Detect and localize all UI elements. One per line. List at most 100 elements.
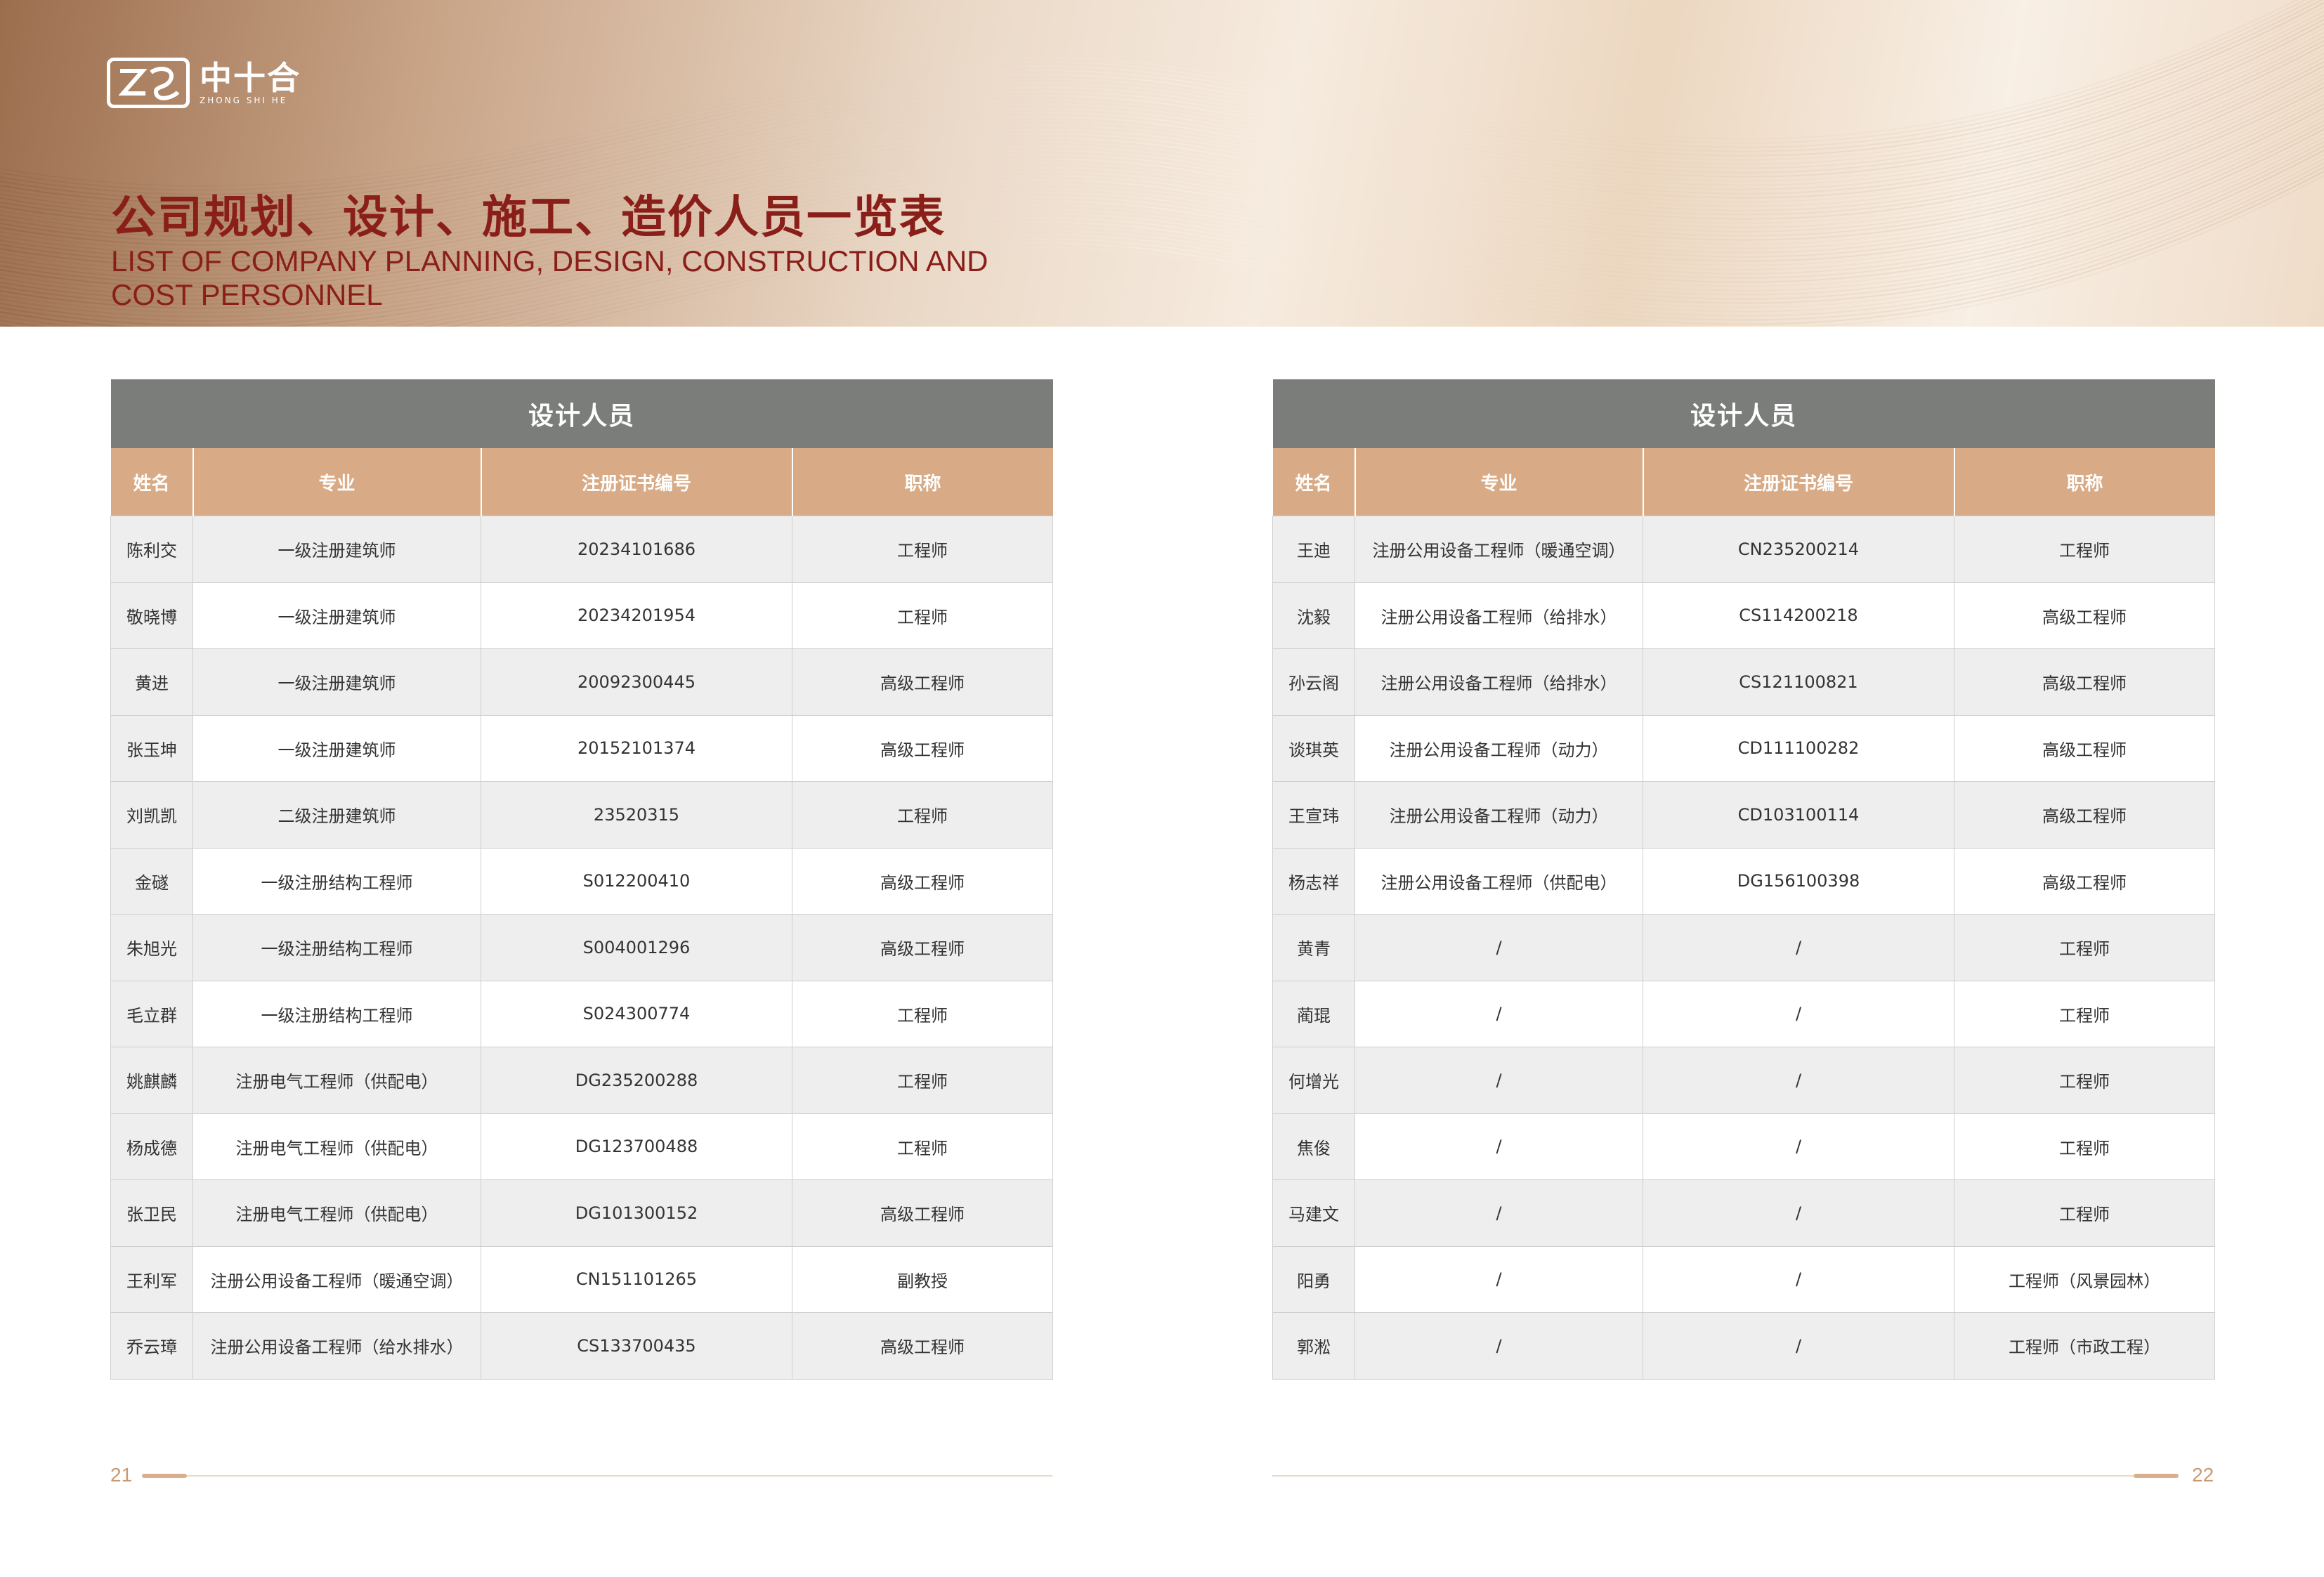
table-row: 谈琪英 注册公用设备工程师（动力） CD111100282 高级工程师: [1272, 714, 2216, 782]
cell-certificate-number: CS114200218: [1643, 582, 1954, 649]
table-title: 设计人员: [1272, 379, 2215, 448]
cell-certificate-number: DG123700488: [481, 1113, 792, 1180]
cell-certificate-number: CS121100821: [1643, 648, 1954, 716]
footer-divider-left: [187, 1475, 1052, 1477]
cell-professional-title: 工程师: [791, 516, 1054, 583]
cell-professional-title: 工程师: [1953, 1179, 2216, 1247]
cell-name: 王宣玮: [1272, 781, 1355, 849]
cell-certificate-number: 20092300445: [481, 648, 792, 716]
cell-specialty: 一级注册建筑师: [192, 714, 481, 782]
table-row: 杨志祥 注册公用设备工程师（供配电） DG156100398 高级工程师: [1272, 847, 2216, 915]
cell-name: 金礈: [110, 847, 193, 915]
table-row: 沈毅 注册公用设备工程师（给排水） CS114200218 高级工程师: [1272, 582, 2216, 649]
cell-specialty: /: [1354, 1312, 1643, 1380]
table-row: 敬晓博 一级注册建筑师 20234201954 工程师: [110, 582, 1054, 649]
header-banner: 中十合 ZHONG SHI HE 公司规划、设计、施工、造价人员一览表 LIST…: [0, 0, 2324, 327]
table-row: 何增光 / / 工程师: [1272, 1047, 2216, 1114]
table-row: 孙云阁 注册公用设备工程师（给排水） CS121100821 高级工程师: [1272, 648, 2216, 716]
cell-name: 张玉坤: [110, 714, 193, 782]
footer-divider-right: [1272, 1475, 2134, 1477]
cell-certificate-number: DG235200288: [481, 1047, 792, 1114]
cell-professional-title: 高级工程师: [1953, 648, 2216, 716]
cell-professional-title: 高级工程师: [1953, 781, 2216, 849]
column-header-name: 姓名: [110, 448, 194, 516]
cell-specialty: /: [1354, 980, 1643, 1047]
logo-chinese-text: 中十合: [200, 59, 301, 97]
table-row: 王宣玮 注册公用设备工程师（动力） CD103100114 高级工程师: [1272, 781, 2216, 849]
cell-specialty: 注册公用设备工程师（给排水）: [1354, 648, 1643, 716]
cell-professional-title: 高级工程师: [791, 1312, 1054, 1380]
cell-certificate-number: CD103100114: [1643, 781, 1954, 849]
cell-specialty: 注册电气工程师（供配电）: [192, 1179, 481, 1247]
cell-name: 谈琪英: [1272, 714, 1355, 782]
cell-certificate-number: S004001296: [481, 914, 792, 981]
cell-certificate-number: /: [1643, 980, 1954, 1047]
page-number-left: 21: [110, 1464, 133, 1486]
cell-name: 黄进: [110, 648, 193, 716]
cell-specialty: 注册电气工程师（供配电）: [192, 1047, 481, 1114]
table-row: 金礈 一级注册结构工程师 S012200410 高级工程师: [110, 847, 1054, 915]
cell-certificate-number: DG156100398: [1643, 847, 1954, 915]
table-row: 黄进 一级注册建筑师 20092300445 高级工程师: [110, 648, 1054, 716]
table-row: 姚麒麟 注册电气工程师（供配电） DG235200288 工程师: [110, 1047, 1054, 1114]
cell-name: 敬晓博: [110, 582, 193, 649]
page-title: 公司规划、设计、施工、造价人员一览表: [111, 192, 946, 244]
cell-name: 蔺琨: [1272, 980, 1355, 1047]
cell-specialty: 一级注册结构工程师: [192, 914, 481, 981]
cell-certificate-number: 20152101374: [481, 714, 792, 782]
table-row: 阳勇 / / 工程师（风景园林）: [1272, 1245, 2216, 1313]
cell-certificate-number: DG101300152: [481, 1179, 792, 1247]
page-subtitle: LIST OF COMPANY PLANNING, DESIGN, CONSTR…: [111, 244, 988, 311]
table-row: 马建文 / / 工程师: [1272, 1179, 2216, 1247]
cell-professional-title: 高级工程师: [1953, 847, 2216, 915]
table-body: 王迪 注册公用设备工程师（暖通空调） CN235200214 工程师 沈毅 注册公用设备工…: [1272, 516, 2216, 1380]
cell-specialty: /: [1354, 914, 1643, 981]
cell-specialty: 一级注册建筑师: [192, 582, 481, 649]
cell-professional-title: 高级工程师: [791, 1179, 1054, 1247]
cell-name: 杨志祥: [1272, 847, 1355, 915]
cell-certificate-number: CN151101265: [481, 1245, 792, 1313]
cell-professional-title: 高级工程师: [791, 847, 1054, 915]
cell-specialty: 一级注册建筑师: [192, 516, 481, 583]
cell-specialty: 一级注册结构工程师: [192, 980, 481, 1047]
cell-name: 马建文: [1272, 1179, 1355, 1247]
table-row: 王迪 注册公用设备工程师（暖通空调） CN235200214 工程师: [1272, 516, 2216, 583]
cell-specialty: 注册电气工程师（供配电）: [192, 1113, 481, 1180]
cell-professional-title: 副教授: [791, 1245, 1054, 1313]
cell-specialty: 注册公用设备工程师（动力）: [1354, 781, 1643, 849]
cell-certificate-number: S024300774: [481, 980, 792, 1047]
cell-specialty: 注册公用设备工程师（供配电）: [1354, 847, 1643, 915]
cell-name: 王迪: [1272, 516, 1355, 583]
column-header-certificate: 注册证书编号: [481, 448, 793, 516]
right-design-personnel-table: 设计人员 姓名 专业 注册证书编号 职称 王迪 注册公用设备工程师（暖通空调） CN…: [1272, 379, 2216, 1380]
cell-certificate-number: /: [1643, 914, 1954, 981]
cell-name: 黄青: [1272, 914, 1355, 981]
cell-name: 刘凯凯: [110, 781, 193, 849]
cell-professional-title: 工程师: [791, 980, 1054, 1047]
table-row: 刘凯凯 二级注册建筑师 23520315 工程师: [110, 781, 1054, 849]
company-logo: 中十合 ZHONG SHI HE: [107, 58, 301, 108]
table-row: 张玉坤 一级注册建筑师 20152101374 高级工程师: [110, 714, 1054, 782]
table-row: 王利军 注册公用设备工程师（暖通空调） CN151101265 副教授: [110, 1245, 1054, 1313]
cell-certificate-number: CS133700435: [481, 1312, 792, 1380]
table-row: 陈利交 一级注册建筑师 20234101686 工程师: [110, 516, 1054, 583]
table-row: 焦俊 / / 工程师: [1272, 1113, 2216, 1180]
cell-specialty: 注册公用设备工程师（给水排水）: [192, 1312, 481, 1380]
cell-specialty: 一级注册结构工程师: [192, 847, 481, 915]
cell-professional-title: 高级工程师: [791, 648, 1054, 716]
cell-professional-title: 工程师: [1953, 980, 2216, 1047]
cell-specialty: 注册公用设备工程师（暖通空调）: [1354, 516, 1643, 583]
table-row: 毛立群 一级注册结构工程师 S024300774 工程师: [110, 980, 1054, 1047]
cell-specialty: 注册公用设备工程师（动力）: [1354, 714, 1643, 782]
cell-name: 孙云阁: [1272, 648, 1355, 716]
cell-certificate-number: 23520315: [481, 781, 792, 849]
cell-professional-title: 工程师: [791, 1047, 1054, 1114]
cell-professional-title: 高级工程师: [791, 914, 1054, 981]
logo-english-text: ZHONG SHI HE: [200, 96, 288, 105]
table-row: 张卫民 注册电气工程师（供配电） DG101300152 高级工程师: [110, 1179, 1054, 1247]
cell-name: 毛立群: [110, 980, 193, 1047]
cell-certificate-number: /: [1643, 1113, 1954, 1180]
cell-professional-title: 工程师: [791, 582, 1054, 649]
cell-specialty: 注册公用设备工程师（暖通空调）: [192, 1245, 481, 1313]
cell-certificate-number: CD111100282: [1643, 714, 1954, 782]
